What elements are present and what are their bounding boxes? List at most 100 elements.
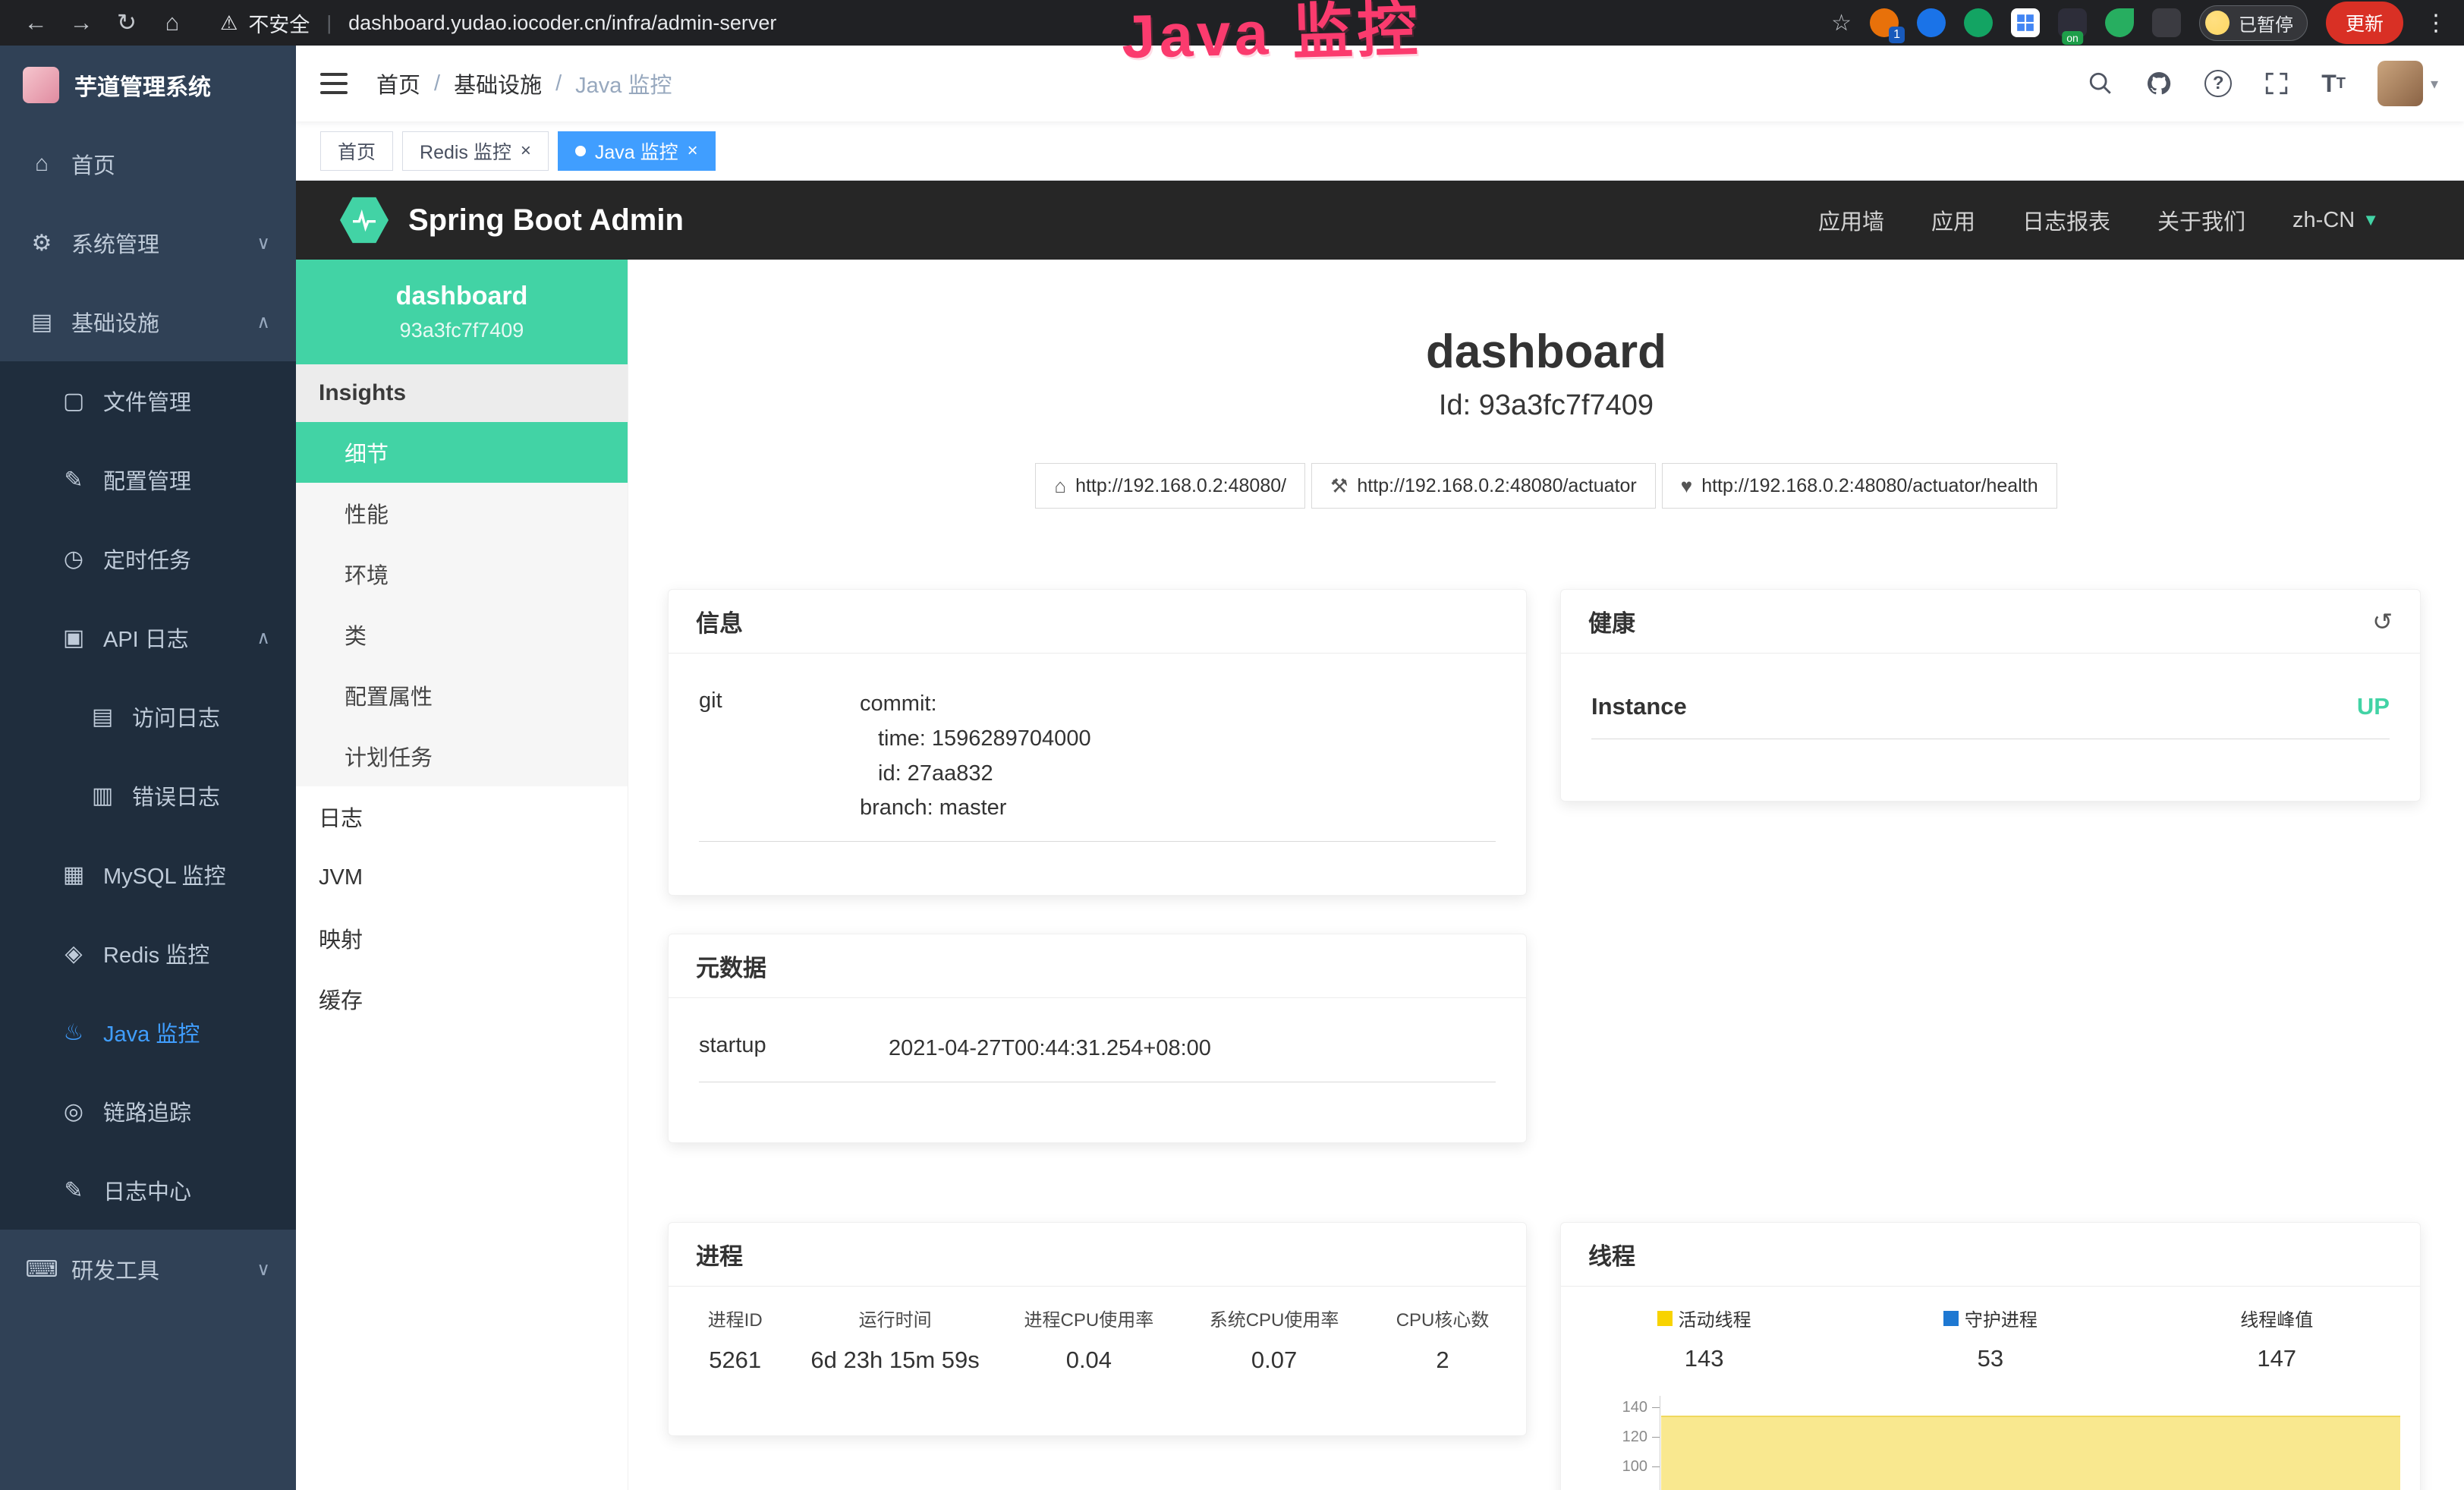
hamburger-icon[interactable] bbox=[320, 73, 348, 94]
column-value: 6d 23h 15m 59s bbox=[794, 1347, 996, 1374]
health-url-link[interactable]: ♥ http://192.168.0.2:48080/actuator/heal… bbox=[1662, 463, 2057, 509]
github-icon[interactable] bbox=[2145, 70, 2173, 97]
sidebar-item-label: API 日志 bbox=[103, 622, 189, 654]
extension-drop-icon[interactable] bbox=[1917, 8, 1946, 37]
file-icon: ▢ bbox=[56, 388, 91, 414]
address-bar[interactable]: ⚠ 不安全 | dashboard.yudao.iocoder.cn/infra… bbox=[220, 8, 776, 38]
chart-area-series bbox=[1661, 1416, 2400, 1490]
sidebar-item-label: 链路追踪 bbox=[103, 1095, 191, 1127]
extension-badge: 1 bbox=[1889, 27, 1905, 43]
y-tick: 140 bbox=[1587, 1399, 1660, 1416]
profile-emoji-avatar bbox=[2205, 11, 2230, 35]
search-icon[interactable] bbox=[2088, 71, 2113, 96]
sba-item-caches[interactable]: 缓存 bbox=[296, 969, 628, 1029]
locale-select[interactable]: zh-CN ▼ bbox=[2292, 208, 2379, 233]
sidebar-item-java-monitor[interactable]: ♨ Java 监控 bbox=[0, 993, 296, 1072]
sidebar-item-mysql-monitor[interactable]: ▦ MySQL 监控 bbox=[0, 835, 296, 914]
sidebar-item-scheduled-tasks[interactable]: ◷ 定时任务 bbox=[0, 519, 296, 598]
forward-icon[interactable]: → bbox=[62, 9, 100, 36]
bookmark-star-icon[interactable]: ☆ bbox=[1831, 10, 1852, 36]
sidebar-item-error-logs[interactable]: ▥ 错误日志 bbox=[0, 756, 296, 835]
extension-switch-icon[interactable]: on bbox=[2058, 8, 2087, 37]
sidebar-item-dev-tools[interactable]: ⌨ 研发工具 ∨ bbox=[0, 1230, 296, 1309]
sba-item-details[interactable]: 细节 bbox=[296, 422, 628, 483]
card-body: startup 2021-04-27T00:44:31.254+08:00 bbox=[669, 998, 1526, 1102]
sidebar-item-redis-monitor[interactable]: ◈ Redis 监控 bbox=[0, 914, 296, 993]
back-icon[interactable]: ← bbox=[17, 9, 55, 36]
sba-nav-wallboard[interactable]: 应用墙 bbox=[1818, 204, 1884, 236]
extension-fox-icon[interactable]: 1 bbox=[1870, 8, 1899, 37]
sba-item-logs[interactable]: 日志 bbox=[296, 786, 628, 847]
sidebar-item-access-logs[interactable]: ▤ 访问日志 bbox=[0, 677, 296, 756]
close-icon[interactable]: × bbox=[688, 142, 698, 160]
sidebar-item-link-tracing[interactable]: ◎ 链路追踪 bbox=[0, 1072, 296, 1151]
chevron-up-icon: ∧ bbox=[256, 627, 270, 649]
sba-item-mappings[interactable]: 映射 bbox=[296, 908, 628, 969]
threads-card: 线程 活动线程 143 守护进程 53 线程峰值 bbox=[1560, 1222, 2421, 1490]
grid-glyph bbox=[2016, 13, 2035, 33]
card-title: 信息 bbox=[696, 604, 743, 638]
sba-item-performance[interactable]: 性能 bbox=[296, 483, 628, 543]
health-instance-label: Instance bbox=[1591, 693, 1687, 720]
app-logo[interactable]: 芋道管理系统 bbox=[0, 46, 296, 124]
on-badge: on bbox=[2062, 31, 2083, 45]
breadcrumb-separator: / bbox=[434, 71, 440, 96]
extension-grid-icon[interactable] bbox=[2011, 8, 2040, 37]
legend-label: 线程峰值 bbox=[2240, 1305, 2313, 1331]
sidebar-item-infrastructure[interactable]: ▤ 基础设施 ∧ bbox=[0, 282, 296, 361]
sidebar-item-label: 日志中心 bbox=[103, 1174, 191, 1206]
chrome-menu-icon[interactable]: ⋮ bbox=[2425, 10, 2447, 36]
card-body: Instance UP bbox=[1561, 654, 2420, 759]
sidebar-item-file-management[interactable]: ▢ 文件管理 bbox=[0, 361, 296, 440]
tab-java-monitor[interactable]: Java 监控 × bbox=[558, 131, 716, 171]
sba-item-environment[interactable]: 环境 bbox=[296, 543, 628, 604]
profile-chip[interactable]: 已暂停 bbox=[2199, 5, 2308, 41]
sba-nav-applications[interactable]: 应用 bbox=[1931, 204, 1975, 236]
insights-section-label: Insights bbox=[296, 364, 628, 422]
tab-home[interactable]: 首页 bbox=[320, 131, 393, 171]
access-log-icon: ▤ bbox=[85, 704, 120, 730]
sba-nav-journal[interactable]: 日志报表 bbox=[2022, 204, 2110, 236]
sba-brand-title: Spring Boot Admin bbox=[408, 203, 684, 238]
sidebar-item-log-center[interactable]: ✎ 日志中心 bbox=[0, 1151, 296, 1230]
top-navbar: 首页 / 基础设施 / Java 监控 ? TT ▾ bbox=[296, 46, 2464, 121]
card-title: 健康 bbox=[1588, 604, 1635, 638]
instance-id: 93a3fc7f7409 bbox=[400, 319, 524, 342]
actuator-url-link[interactable]: ⚒ http://192.168.0.2:48080/actuator bbox=[1311, 463, 1656, 509]
service-url-link[interactable]: ⌂ http://192.168.0.2:48080/ bbox=[1035, 463, 1305, 509]
metadata-key: startup bbox=[699, 1032, 889, 1066]
sidebar-item-api-logs[interactable]: ▣ API 日志 ∧ bbox=[0, 598, 296, 677]
legend-item-live: 活动线程 143 bbox=[1561, 1305, 1847, 1372]
history-icon[interactable]: ↺ bbox=[2372, 607, 2393, 636]
sidebar-item-home[interactable]: ⌂ 首页 bbox=[0, 124, 296, 203]
sidebar-item-label: 定时任务 bbox=[103, 543, 191, 575]
sidebar-item-label: 错误日志 bbox=[132, 780, 220, 811]
extension-leaf-icon[interactable] bbox=[2105, 8, 2134, 37]
home-icon[interactable]: ⌂ bbox=[153, 9, 191, 36]
sba-nav-about[interactable]: 关于我们 bbox=[2157, 204, 2245, 236]
extensions-puzzle-icon[interactable] bbox=[2152, 8, 2181, 37]
breadcrumb-infrastructure[interactable]: 基础设施 bbox=[454, 68, 542, 99]
sba-item-scheduled-tasks[interactable]: 计划任务 bbox=[296, 726, 628, 786]
sba-item-classes[interactable]: 类 bbox=[296, 604, 628, 665]
close-icon[interactable]: × bbox=[521, 142, 531, 160]
sidebar-item-label: Java 监控 bbox=[103, 1016, 200, 1048]
tab-redis-monitor[interactable]: Redis 监控 × bbox=[402, 131, 549, 171]
reload-icon[interactable]: ↻ bbox=[108, 9, 146, 36]
page-title: dashboard bbox=[628, 325, 2464, 379]
instance-header[interactable]: dashboard 93a3fc7f7409 bbox=[296, 260, 628, 364]
sidebar-item-config-management[interactable]: ✎ 配置管理 bbox=[0, 440, 296, 519]
error-log-icon: ▥ bbox=[85, 783, 120, 809]
sba-item-config-props[interactable]: 配置属性 bbox=[296, 665, 628, 726]
app-logo-image bbox=[23, 67, 59, 103]
user-avatar[interactable]: ▾ bbox=[2377, 61, 2438, 106]
help-icon[interactable]: ? bbox=[2204, 70, 2232, 97]
chrome-update-button[interactable]: 更新 bbox=[2326, 2, 2403, 44]
sidebar-item-system-management[interactable]: ⚙ 系统管理 ∨ bbox=[0, 203, 296, 282]
sba-header: Spring Boot Admin 应用墙 应用 日志报表 关于我们 zh-CN… bbox=[296, 181, 2464, 260]
font-size-icon[interactable]: TT bbox=[2321, 70, 2346, 98]
fullscreen-icon[interactable] bbox=[2264, 71, 2289, 96]
extension-green-icon[interactable] bbox=[1964, 8, 1993, 37]
breadcrumb-home[interactable]: 首页 bbox=[376, 68, 420, 99]
sba-item-jvm[interactable]: JVM bbox=[296, 847, 628, 908]
